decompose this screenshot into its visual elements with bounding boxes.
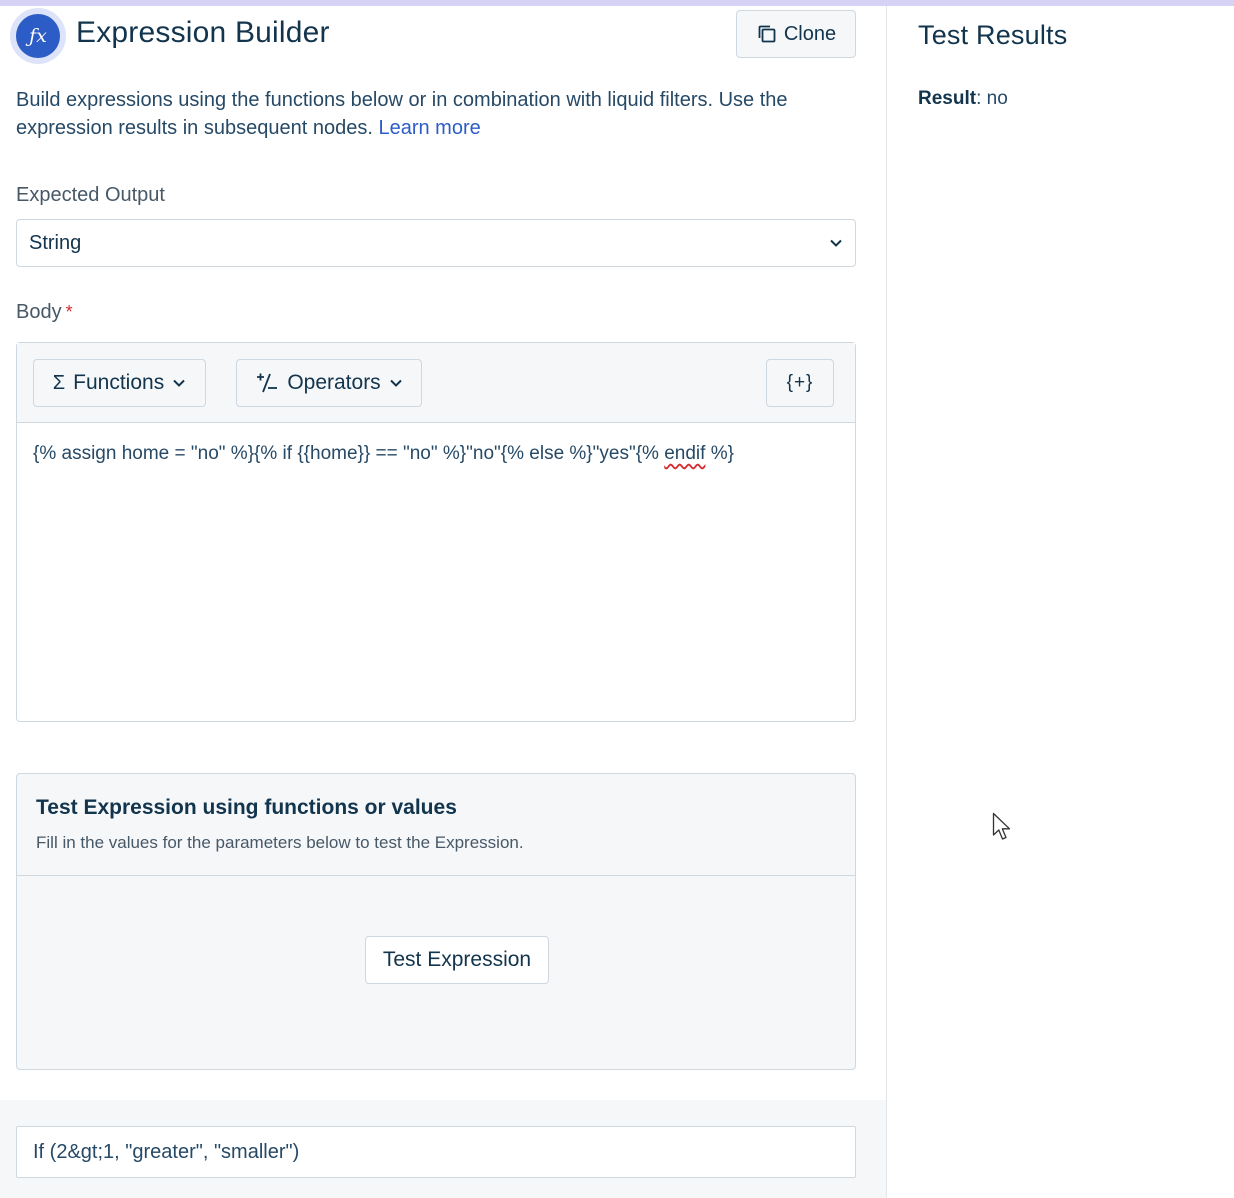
copy-icon xyxy=(758,25,776,43)
functions-dropdown[interactable]: Σ Functions xyxy=(33,359,206,407)
required-mark: * xyxy=(65,302,73,322)
result-value: : no xyxy=(976,88,1008,109)
expected-output-select[interactable]: String xyxy=(16,219,856,267)
insert-placeholder-button[interactable]: {+} xyxy=(766,359,834,407)
test-results-panel: Test Results Result: no xyxy=(886,6,1234,1198)
functions-label: Functions xyxy=(73,371,165,394)
fx-icon: ƒx xyxy=(10,8,66,64)
spellcheck-flagged-word: endif xyxy=(664,443,706,464)
description: Build expressions using the functions be… xyxy=(16,86,856,142)
result-label: Result xyxy=(918,88,977,109)
plus-minus-icon xyxy=(257,373,278,393)
example-strip xyxy=(0,1100,886,1198)
results-title: Test Results xyxy=(918,20,1068,50)
sigma-icon: Σ xyxy=(52,371,66,394)
test-card-title: Test Expression using functions or value… xyxy=(36,796,457,819)
expression-code[interactable]: {% assign home = "no" %}{% if {{home}} =… xyxy=(33,443,833,465)
expression-editor: Σ Functions Operators {+} {% assign home… xyxy=(16,342,856,722)
test-card-subtitle: Fill in the values for the parameters be… xyxy=(36,833,524,852)
editor-toolbar: Σ Functions Operators {+} xyxy=(17,343,855,423)
learn-more-link[interactable]: Learn more xyxy=(378,117,480,139)
page-title: Expression Builder xyxy=(76,16,330,49)
chevron-down-icon xyxy=(830,239,842,247)
mouse-pointer-icon xyxy=(992,812,1011,840)
test-expression-card: Test Expression using functions or value… xyxy=(16,773,856,1070)
expected-output-label: Expected Output xyxy=(16,184,165,206)
body-label: Body * xyxy=(16,301,73,323)
chevron-down-icon xyxy=(389,379,402,387)
clone-label: Clone xyxy=(783,22,837,45)
expression-builder-panel: ƒx Expression Builder Clone Build expres… xyxy=(0,6,886,1198)
chevron-down-icon xyxy=(173,379,185,387)
clone-button[interactable]: Clone xyxy=(736,10,856,58)
expected-output-value: String xyxy=(29,231,82,254)
test-card-header: Test Expression using functions or value… xyxy=(17,774,855,876)
operators-label: Operators xyxy=(287,371,381,394)
operators-dropdown[interactable]: Operators xyxy=(236,359,422,407)
result-line: Result: no xyxy=(918,88,1008,110)
example-expression-input[interactable] xyxy=(16,1126,856,1178)
test-expression-button[interactable]: Test Expression xyxy=(365,936,549,984)
